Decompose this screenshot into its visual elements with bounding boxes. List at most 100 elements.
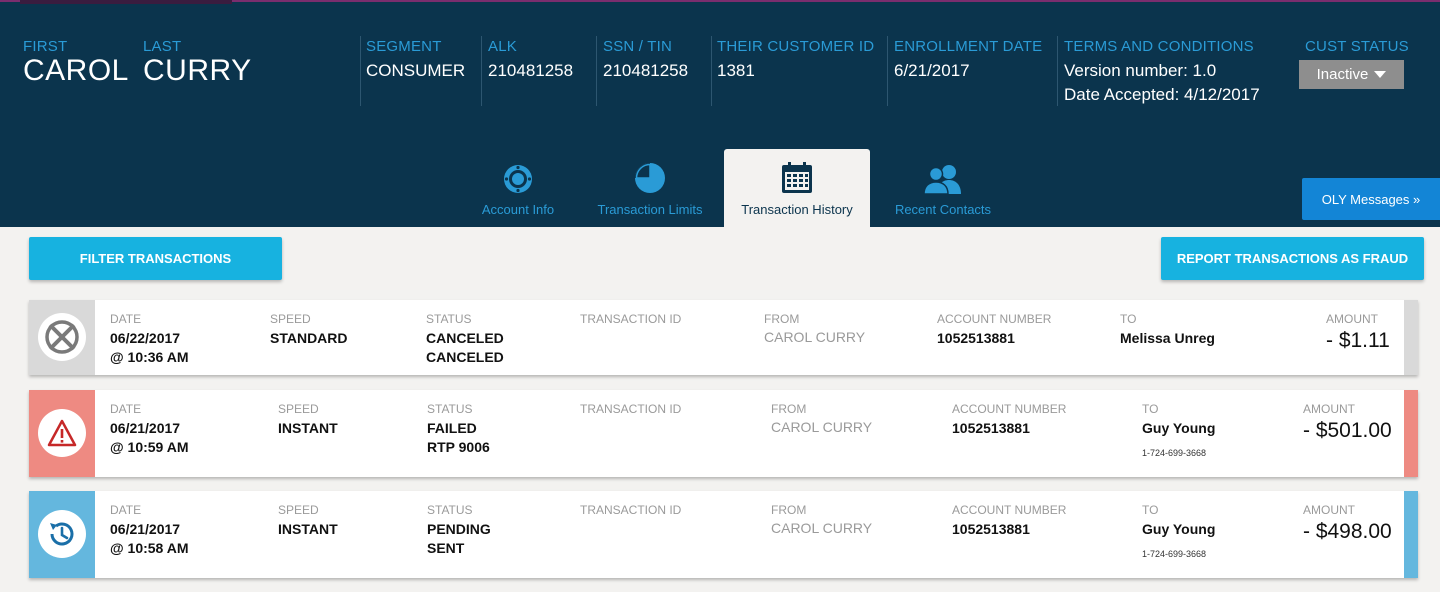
to-label: TO bbox=[1120, 312, 1137, 326]
tab-account-info[interactable]: Account Info bbox=[468, 149, 568, 229]
account-column: ACCOUNT NUMBER 1052513881 bbox=[952, 503, 1066, 539]
enrollment-date-field: ENROLLMENT DATE 6/21/2017 bbox=[894, 38, 1042, 83]
to-label: TO bbox=[1142, 503, 1159, 517]
from-label: FROM bbox=[764, 312, 800, 326]
date-column: DATE 06/21/2017 @ 10:58 AM bbox=[110, 503, 189, 558]
time-value: @ 10:36 AM bbox=[110, 349, 189, 365]
speed-column: SPEED INSTANT bbox=[278, 402, 338, 438]
from-column: FROM CAROL CURRY bbox=[764, 312, 865, 345]
ssn-value: 210481258 bbox=[603, 61, 689, 80]
first-name-field: FIRST CAROL bbox=[23, 38, 129, 86]
transaction-id-column: TRANSACTION ID bbox=[580, 402, 681, 416]
speed-column: SPEED STANDARD bbox=[270, 312, 348, 348]
tab-label: Recent Contacts bbox=[894, 202, 992, 217]
status-value: CANCELED bbox=[426, 330, 504, 346]
status-detail: SENT bbox=[427, 540, 465, 556]
date-label: DATE bbox=[110, 503, 142, 517]
tab-transaction-limits[interactable]: Transaction Limits bbox=[592, 149, 708, 229]
to-column: TO Guy Young 1-724-699-3668 bbox=[1142, 402, 1215, 458]
status-label: STATUS bbox=[427, 402, 473, 416]
chevron-down-icon bbox=[1374, 71, 1387, 78]
status-value: FAILED bbox=[427, 420, 477, 436]
alk-field: ALK 210481258 bbox=[488, 38, 573, 83]
transaction-id-column: TRANSACTION ID bbox=[580, 503, 681, 517]
account-value: 1052513881 bbox=[937, 330, 1015, 346]
transaction-id-label: TRANSACTION ID bbox=[580, 312, 682, 326]
to-column: TO Guy Young 1-724-699-3668 bbox=[1142, 503, 1215, 559]
people-icon bbox=[923, 165, 961, 194]
transaction-id-label: TRANSACTION ID bbox=[580, 503, 682, 517]
divider bbox=[1057, 36, 1058, 106]
phone-value: 1-724-699-3668 bbox=[1142, 549, 1207, 559]
cust-status-select[interactable]: Inactive bbox=[1299, 60, 1404, 89]
their-customer-id-value: 1381 bbox=[717, 61, 755, 80]
status-detail: CANCELED bbox=[426, 349, 504, 365]
amount-label: AMOUNT bbox=[1326, 312, 1378, 326]
status-column: STATUS PENDING SENT bbox=[427, 503, 491, 558]
tab-label: Transaction Limits bbox=[597, 202, 703, 217]
speed-label: SPEED bbox=[270, 312, 311, 326]
status-label: STATUS bbox=[426, 312, 472, 326]
amount-column: AMOUNT - $501.00 bbox=[1303, 402, 1392, 443]
tab-label: Account Info bbox=[481, 202, 555, 217]
date-column: DATE 06/22/2017 @ 10:36 AM bbox=[110, 312, 189, 367]
speed-value: STANDARD bbox=[270, 330, 348, 346]
warning-icon bbox=[38, 409, 86, 457]
transaction-card[interactable]: DATE 06/22/2017 @ 10:36 AM SPEED STANDAR… bbox=[29, 300, 1418, 375]
divider bbox=[711, 36, 712, 106]
last-name-value: CURRY bbox=[143, 54, 252, 87]
calendar-icon bbox=[782, 162, 812, 193]
amount-label: AMOUNT bbox=[1303, 402, 1355, 416]
alk-value: 210481258 bbox=[488, 61, 574, 80]
status-end-bar bbox=[1404, 491, 1418, 578]
to-value: Guy Young bbox=[1142, 521, 1216, 537]
tab-transaction-history[interactable]: Transaction History bbox=[724, 149, 870, 229]
enrollment-date-label: ENROLLMENT DATE bbox=[894, 38, 1043, 55]
tab-recent-contacts[interactable]: Recent Contacts bbox=[890, 149, 996, 229]
pie-chart-icon bbox=[635, 163, 665, 193]
cust-status-value: Inactive bbox=[1316, 66, 1369, 83]
transaction-card[interactable]: DATE 06/21/2017 @ 10:59 AM SPEED INSTANT… bbox=[29, 390, 1418, 477]
to-value: Guy Young bbox=[1142, 420, 1216, 436]
account-value: 1052513881 bbox=[952, 521, 1030, 537]
their-customer-id-label: THEIR CUSTOMER ID bbox=[717, 38, 875, 55]
terms-label: TERMS AND CONDITIONS bbox=[1064, 38, 1254, 55]
status-column: STATUS CANCELED CANCELED bbox=[426, 312, 504, 367]
customer-header: FIRST CAROL LAST CURRY SEGMENT CONSUMER … bbox=[0, 0, 1440, 229]
segment-value: CONSUMER bbox=[366, 61, 466, 80]
amount-label: AMOUNT bbox=[1303, 503, 1355, 517]
amount-value: - $498.00 bbox=[1303, 520, 1392, 543]
last-name-field: LAST CURRY bbox=[143, 38, 252, 87]
amount-value: - $1.11 bbox=[1326, 329, 1390, 352]
divider bbox=[887, 36, 888, 106]
from-label: FROM bbox=[771, 503, 807, 517]
amount-column: AMOUNT - $1.11 bbox=[1326, 312, 1390, 353]
from-value: CAROL CURRY bbox=[771, 419, 873, 435]
cancel-icon bbox=[38, 313, 86, 361]
speed-label: SPEED bbox=[278, 503, 319, 517]
tab-label: Transaction History bbox=[741, 202, 853, 217]
speed-value: INSTANT bbox=[278, 420, 338, 436]
segment-field: SEGMENT CONSUMER bbox=[366, 38, 465, 83]
divider bbox=[596, 36, 597, 106]
transaction-id-label: TRANSACTION ID bbox=[580, 402, 682, 416]
account-label: ACCOUNT NUMBER bbox=[937, 312, 1052, 326]
date-label: DATE bbox=[110, 312, 142, 326]
amount-column: AMOUNT - $498.00 bbox=[1303, 503, 1392, 544]
to-value: Melissa Unreg bbox=[1120, 330, 1215, 346]
report-fraud-button[interactable]: REPORT TRANSACTIONS AS FRAUD bbox=[1161, 237, 1424, 280]
gear-circle-icon bbox=[504, 165, 532, 193]
to-column: TO Melissa Unreg bbox=[1120, 312, 1215, 348]
date-label: DATE bbox=[110, 402, 142, 416]
cust-status-field: CUST STATUS bbox=[1305, 38, 1409, 55]
time-value: @ 10:59 AM bbox=[110, 439, 189, 455]
filter-transactions-button[interactable]: FILTER TRANSACTIONS bbox=[29, 237, 282, 280]
clock-icon bbox=[38, 510, 86, 558]
speed-value: INSTANT bbox=[278, 521, 338, 537]
phone-value: 1-724-699-3668 bbox=[1142, 448, 1207, 458]
transaction-card[interactable]: DATE 06/21/2017 @ 10:58 AM SPEED INSTANT… bbox=[29, 491, 1418, 578]
status-detail: RTP 9006 bbox=[427, 439, 490, 455]
oly-messages-button[interactable]: OLY Messages » bbox=[1302, 178, 1440, 220]
date-value: 06/21/2017 bbox=[110, 420, 181, 436]
account-value: 1052513881 bbox=[952, 420, 1030, 436]
